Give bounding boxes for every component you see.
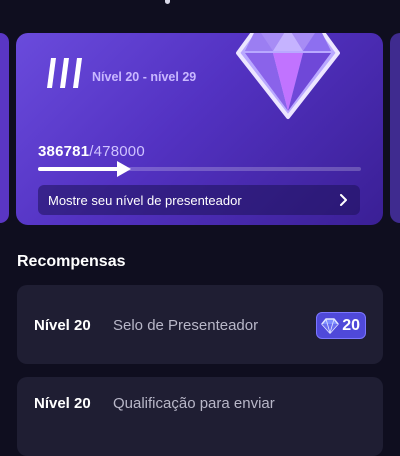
- level-progress-fill: [38, 167, 124, 171]
- level-badge: 20: [316, 312, 366, 339]
- next-level-card[interactable]: [390, 33, 400, 223]
- reward-name: Selo de Presenteador: [113, 317, 259, 334]
- points-current: 386781: [38, 143, 90, 160]
- status-indicator: [165, 0, 170, 4]
- points-total: 478000: [93, 143, 145, 160]
- level-progress-bar: [38, 161, 361, 177]
- level-card: Nível 20 - nível 29 386781/478000 Mostre…: [16, 33, 383, 225]
- badge-level-number: 20: [342, 316, 360, 334]
- chevron-right-icon: [340, 194, 347, 206]
- reward-name: Qualificação para enviar: [113, 395, 275, 412]
- diamond-gem-icon: [236, 33, 340, 119]
- progress-marker-icon: [116, 161, 131, 177]
- level-range: Nível 20 - nível 29: [92, 70, 197, 84]
- previous-level-card[interactable]: [0, 33, 9, 223]
- rewards-title: Recompensas: [17, 253, 126, 270]
- points-progress-text: 386781/478000: [38, 143, 145, 160]
- reward-level: Nível 20: [34, 395, 91, 412]
- roman-numeral-icon: [47, 58, 82, 88]
- diamond-badge-icon: [321, 317, 339, 334]
- show-level-label: Mostre seu nível de presenteador: [48, 193, 242, 208]
- reward-row[interactable]: Nível 20 Selo de Presenteador 20: [17, 285, 383, 364]
- reward-row[interactable]: Nível 20 Qualificação para enviar: [17, 377, 383, 456]
- show-level-button[interactable]: Mostre seu nível de presenteador: [38, 185, 360, 215]
- reward-level: Nível 20: [34, 317, 91, 334]
